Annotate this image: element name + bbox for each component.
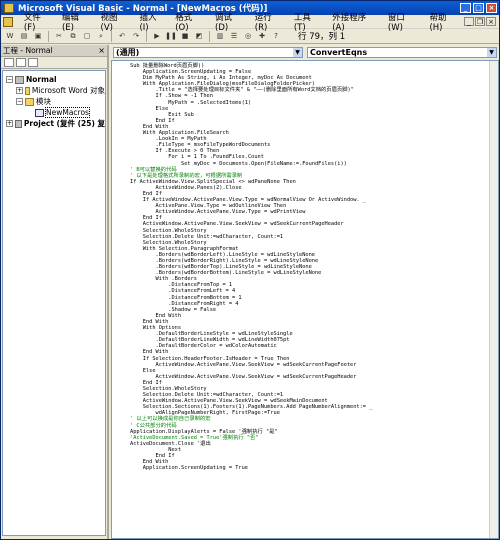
tree-node-label: Project (复件 (25) 复 [23,119,105,128]
break-icon[interactable]: ❚❚ [165,31,177,42]
folder-icon [25,86,30,95]
tree-node-label: Microsoft Word 对象 [31,86,105,95]
properties-icon[interactable]: ☰ [228,31,240,42]
save-icon[interactable]: ▣ [32,31,44,42]
project-explorer-icon[interactable]: ▥ [214,31,226,42]
procedure-dropdown[interactable]: ConvertEqns ▼ [307,47,497,58]
menu-insert[interactable]: 插入(I) [134,11,170,33]
toolbar-separator [209,30,210,42]
doc-window-controls: _ ❐ × [464,17,496,26]
redo-icon[interactable]: ↷ [130,31,142,42]
toggle-folders-icon[interactable] [28,58,38,67]
doc-close-icon[interactable]: × [486,17,496,26]
vbe-app-icon [4,3,14,13]
project-pane-title-bar: 工程 - Normal × [1,45,107,57]
folder-icon [25,97,34,106]
expand-icon[interactable]: + [6,120,13,127]
view-object-icon[interactable] [16,58,26,67]
code-editor[interactable]: Sub 批量删除Word页眉页脚() Application.ScreenUpd… [111,60,499,539]
paste-icon[interactable]: ▢ [81,31,93,42]
chevron-down-icon[interactable]: ▼ [293,48,302,57]
design-mode-icon[interactable]: ◩ [193,31,205,42]
word-view-icon[interactable]: W [4,31,16,42]
menu-help[interactable]: 帮助(H) [424,11,464,33]
cursor-position: 行 79，列 1 [298,32,346,42]
copy-icon[interactable]: ⧉ [67,31,79,42]
menu-run[interactable]: 运行(R) [250,11,289,33]
tree-node[interactable]: NewMacros [3,107,105,118]
undo-icon[interactable]: ↶ [116,31,128,42]
doc-minimize-icon[interactable]: _ [464,17,474,26]
tree-node-label: 模块 [36,97,51,106]
project-pane-toolbar [1,57,107,69]
menu-format[interactable]: 格式(O) [170,11,210,33]
project-explorer: 工程 - Normal × − Normal + Microsoft Word 对象 −… [1,45,109,539]
module-icon [35,108,44,117]
tree-node-label: NewMacros [45,107,90,118]
object-dropdown-value: (通用) [116,48,140,57]
menu-debug[interactable]: 调试(D) [210,11,250,33]
code-combos: (通用) ▼ ConvertEqns ▼ [111,45,499,60]
view-code-icon[interactable] [4,58,14,67]
code-line[interactable]: Application.ScreenUpdating = True [130,465,498,471]
find-icon[interactable]: ⌕ [95,31,107,42]
insert-module-icon[interactable]: ▤ [18,31,30,42]
vertical-scrollbar[interactable] [489,61,498,538]
doc-system-icon[interactable] [3,16,13,27]
doc-restore-icon[interactable]: ❐ [475,17,485,26]
project-pane-title: 工程 - Normal [3,46,53,55]
toolbar-separator [48,30,49,42]
tree-node[interactable]: − 模块 [3,96,105,107]
chevron-down-icon[interactable]: ▼ [487,48,496,57]
menu-bar: 文件(F) 编辑(E) 视图(V) 插入(I) 格式(O) 调试(D) 运行(R… [1,13,499,33]
object-browser-icon[interactable]: ◎ [242,31,254,42]
project-tree: − Normal + Microsoft Word 对象 − 模块 NewMacros + Pr… [2,70,106,536]
procedure-dropdown-value: ConvertEqns [310,48,368,57]
menu-edit[interactable]: 编辑(E) [57,11,96,33]
toolbar-separator [111,30,112,42]
tree-node-label: Normal [26,75,57,84]
collapse-icon[interactable]: − [6,76,13,83]
proj-icon [15,75,24,84]
proj-icon [15,119,22,128]
code-window: (通用) ▼ ConvertEqns ▼ Sub 批量删除Word页眉页脚() … [111,45,499,539]
run-icon[interactable]: ▶ [151,31,163,42]
help-icon[interactable]: ? [270,31,282,42]
collapse-icon[interactable]: − [16,98,23,105]
menu-file[interactable]: 文件(F) [19,11,57,33]
cut-icon[interactable]: ✂ [53,31,65,42]
toolbox-icon[interactable]: ✚ [256,31,268,42]
expand-icon[interactable]: + [16,87,23,94]
object-dropdown[interactable]: (通用) ▼ [113,47,303,58]
toolbar-separator [146,30,147,42]
menu-window[interactable]: 窗口(W) [383,11,425,33]
window-controls: _ □ × [460,3,497,13]
close-icon[interactable]: × [486,3,497,13]
tree-node[interactable]: + Project (复件 (25) 复 [3,118,105,129]
menu-view[interactable]: 视图(V) [96,11,135,33]
maximize-icon[interactable]: □ [473,3,484,13]
tree-node[interactable]: − Normal [3,74,105,85]
reset-icon[interactable]: ■ [179,31,191,42]
vbe-window: Microsoft Visual Basic - Normal - [NewMa… [0,0,500,540]
close-pane-icon[interactable]: × [98,46,105,55]
tree-node[interactable]: + Microsoft Word 对象 [3,85,105,96]
